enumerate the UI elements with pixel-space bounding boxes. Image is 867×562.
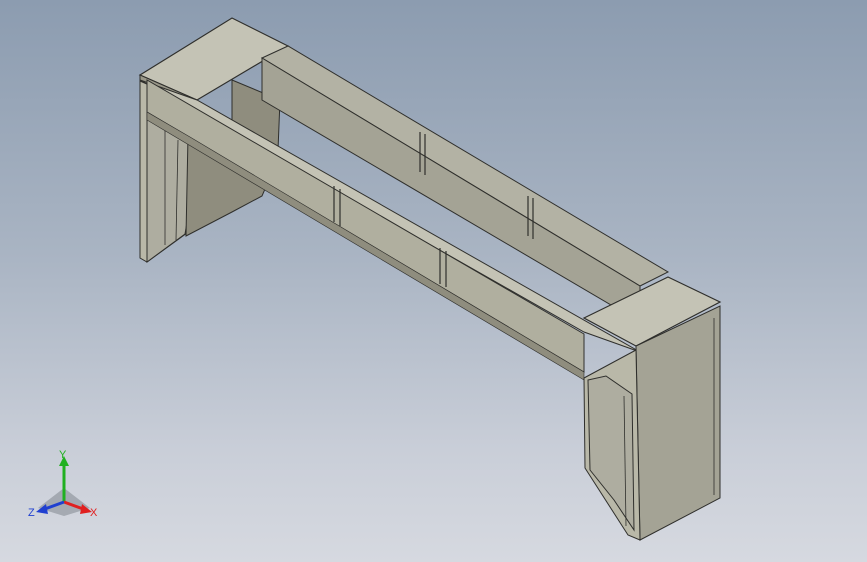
right-leg-assembly[interactable]: [583, 305, 721, 541]
x-axis-label: X: [90, 507, 98, 519]
coordinate-triad[interactable]: Y X Z: [24, 446, 104, 526]
back-rail-top: [260, 45, 670, 287]
z-axis-label: Z: [28, 507, 35, 519]
y-axis-label: Y: [59, 449, 67, 461]
right-leg-side-panel: [635, 305, 721, 541]
graphics-viewport[interactable]: Y X Z: [0, 0, 867, 562]
model-view[interactable]: [0, 0, 867, 562]
